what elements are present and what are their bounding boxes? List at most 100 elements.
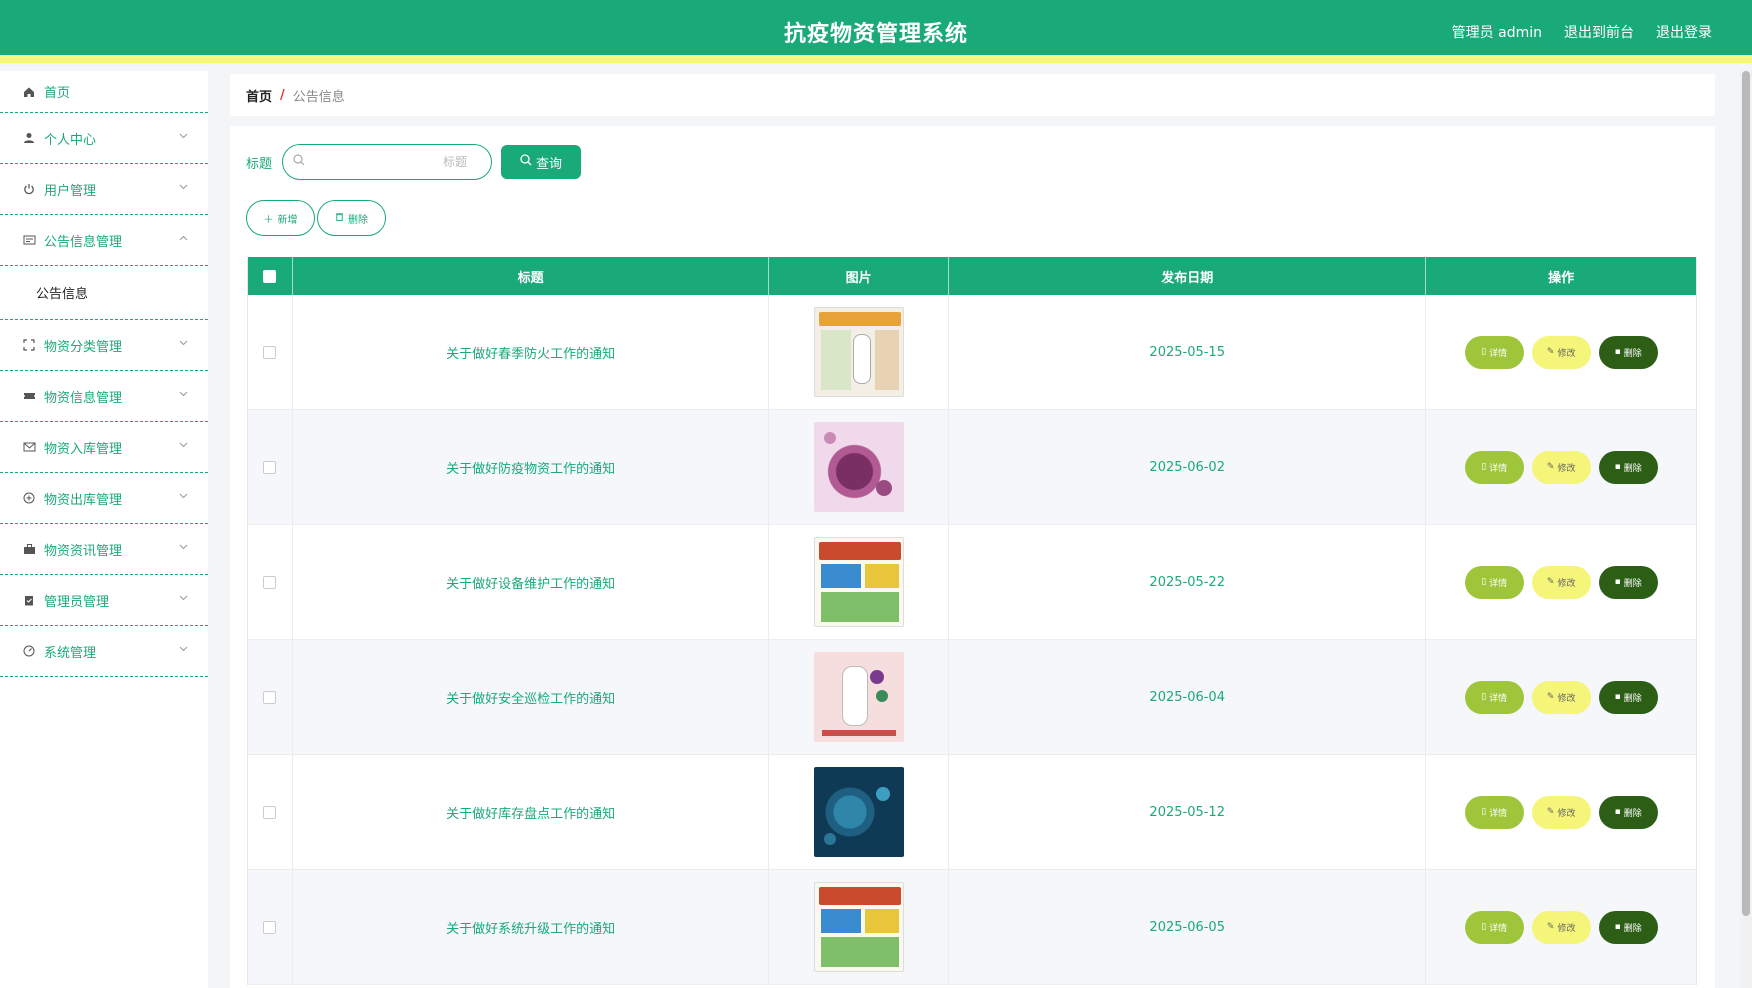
action-row: ＋ 新增 删除 [246, 200, 386, 236]
table-row: 关于做好春季防火工作的通知 2025-05-15 ▯ 详情 ✎ 修改 ▪ 删除 [248, 295, 1696, 410]
row-ops-cell: ▯ 详情 ✎ 修改 ▪ 删除 [1426, 410, 1696, 524]
edit-button[interactable]: ✎ 修改 [1531, 335, 1591, 369]
delete-button[interactable]: ▪ 删除 [1598, 335, 1658, 369]
to-front-link[interactable]: 退出到前台 [1564, 22, 1634, 42]
row-image-cell [769, 640, 950, 754]
delete-button[interactable]: ▪ 删除 [1598, 450, 1658, 484]
sidebar-item-4[interactable]: 物资分类管理 [0, 320, 208, 371]
edit-button-label: 修改 [1557, 923, 1576, 934]
row-thumbnail[interactable] [813, 882, 904, 972]
edit-button[interactable]: ✎ 修改 [1531, 565, 1591, 599]
logout-link[interactable]: 退出登录 [1656, 22, 1712, 42]
row-thumbnail[interactable] [813, 537, 904, 627]
delete-button-label: 删除 [1623, 463, 1642, 474]
select-all-checkbox[interactable] [263, 269, 277, 283]
sidebar-item-label: 管理员管理 [44, 594, 110, 610]
row-thumbnail[interactable] [813, 767, 904, 857]
delete-button[interactable]: ▪ 删除 [1598, 910, 1658, 944]
sidebar-item-6[interactable]: 物资入库管理 [0, 422, 208, 473]
table-header: 标题 图片 发布日期 操作 [248, 257, 1696, 295]
trash-icon: ▪ [1614, 577, 1621, 587]
search-row: 标题 查询 [246, 144, 582, 180]
edit-button-label: 修改 [1557, 578, 1576, 589]
row-date: 2025-06-05 [949, 870, 1427, 984]
detail-button[interactable]: ▯ 详情 [1464, 910, 1524, 944]
sidebar-item-0[interactable]: 首页 [0, 71, 208, 113]
row-image-cell [769, 870, 950, 984]
sidebar-item-10[interactable]: 系统管理 [0, 626, 208, 677]
circle-plus-icon [22, 491, 36, 505]
row-image-cell [769, 410, 950, 524]
row-thumbnail[interactable] [813, 652, 904, 742]
chevron-up-icon [179, 233, 188, 244]
detail-button-label: 详情 [1489, 578, 1508, 589]
sidebar-item-8[interactable]: 物资资讯管理 [0, 524, 208, 575]
row-check-cell [248, 410, 293, 524]
row-check-cell [248, 525, 293, 639]
add-button-label: 新增 [277, 214, 298, 226]
row-thumbnail[interactable] [813, 307, 904, 397]
detail-button[interactable]: ▯ 详情 [1464, 450, 1524, 484]
pencil-icon: ✎ [1546, 462, 1555, 472]
batch-delete-button[interactable]: 删除 [317, 200, 386, 236]
sidebar-item-7[interactable]: 物资出库管理 [0, 473, 208, 524]
sidebar-item-label: 物资信息管理 [44, 390, 123, 406]
column-header-title[interactable]: 标题 [293, 257, 770, 295]
sidebar-item-1[interactable]: 个人中心 [0, 113, 208, 164]
sidebar-item-2[interactable]: 用户管理 [0, 164, 208, 215]
edit-button[interactable]: ✎ 修改 [1531, 910, 1591, 944]
detail-button[interactable]: ▯ 详情 [1464, 795, 1524, 829]
query-button[interactable]: 查询 [501, 145, 582, 179]
select-all-cell [248, 257, 293, 295]
row-title: 关于做好安全巡检工作的通知 [293, 640, 770, 754]
page-scrollbar[interactable] [1740, 71, 1752, 988]
row-checkbox[interactable] [263, 575, 277, 589]
row-checkbox[interactable] [263, 345, 277, 359]
delete-button-label: 删除 [1623, 693, 1642, 704]
detail-button[interactable]: ▯ 详情 [1464, 565, 1524, 599]
row-checkbox[interactable] [263, 920, 277, 934]
row-checkbox[interactable] [263, 805, 277, 819]
trash-icon: ▪ [1614, 347, 1621, 357]
document-icon: ▯ [1481, 347, 1487, 357]
row-ops-cell: ▯ 详情 ✎ 修改 ▪ 删除 [1426, 525, 1696, 639]
sidebar-item-label: 用户管理 [44, 183, 97, 199]
column-header-date[interactable]: 发布日期 [949, 257, 1427, 295]
search-input[interactable] [311, 151, 482, 173]
scrollbar-thumb[interactable] [1742, 71, 1750, 916]
sidebar-item-9[interactable]: 管理员管理 [0, 575, 208, 626]
search-box [282, 144, 493, 180]
table-row: 关于做好设备维护工作的通知 2025-05-22 ▯ 详情 ✎ 修改 ▪ 删除 [248, 525, 1696, 640]
row-ops-cell: ▯ 详情 ✎ 修改 ▪ 删除 [1426, 755, 1696, 869]
user-icon [22, 131, 36, 145]
table-row: 关于做好库存盘点工作的通知 2025-05-12 ▯ 详情 ✎ 修改 ▪ 删除 [248, 755, 1696, 870]
row-title: 关于做好库存盘点工作的通知 [293, 755, 770, 869]
gauge-icon [22, 644, 36, 658]
trash-icon: ▪ [1614, 462, 1621, 472]
add-button[interactable]: ＋ 新增 [246, 200, 315, 236]
trash-icon: ▪ [1614, 692, 1621, 702]
sidebar-subitem-notice[interactable]: 公告信息 [0, 266, 208, 320]
document-icon: ▯ [1481, 807, 1487, 817]
search-icon [520, 154, 532, 170]
breadcrumb: 首页 / 公告信息 [230, 74, 1715, 116]
delete-button[interactable]: ▪ 删除 [1598, 565, 1658, 599]
sidebar-item-5[interactable]: 物资信息管理 [0, 371, 208, 422]
row-checkbox[interactable] [263, 460, 277, 474]
delete-button[interactable]: ▪ 删除 [1598, 795, 1658, 829]
detail-button[interactable]: ▯ 详情 [1464, 680, 1524, 714]
edit-button[interactable]: ✎ 修改 [1531, 450, 1591, 484]
edit-button[interactable]: ✎ 修改 [1531, 795, 1591, 829]
row-thumbnail[interactable] [813, 422, 904, 512]
row-check-cell [248, 870, 293, 984]
delete-button[interactable]: ▪ 删除 [1598, 680, 1658, 714]
plus-icon: ＋ [263, 214, 274, 226]
breadcrumb-home[interactable]: 首页 [246, 86, 272, 105]
search-label: 标题 [246, 156, 273, 172]
detail-button[interactable]: ▯ 详情 [1464, 335, 1524, 369]
sidebar-item-label: 物资分类管理 [44, 339, 123, 355]
edit-button[interactable]: ✎ 修改 [1531, 680, 1591, 714]
row-checkbox[interactable] [263, 690, 277, 704]
sidebar-item-3[interactable]: 公告信息管理 [0, 215, 208, 266]
row-ops-cell: ▯ 详情 ✎ 修改 ▪ 删除 [1426, 870, 1696, 984]
